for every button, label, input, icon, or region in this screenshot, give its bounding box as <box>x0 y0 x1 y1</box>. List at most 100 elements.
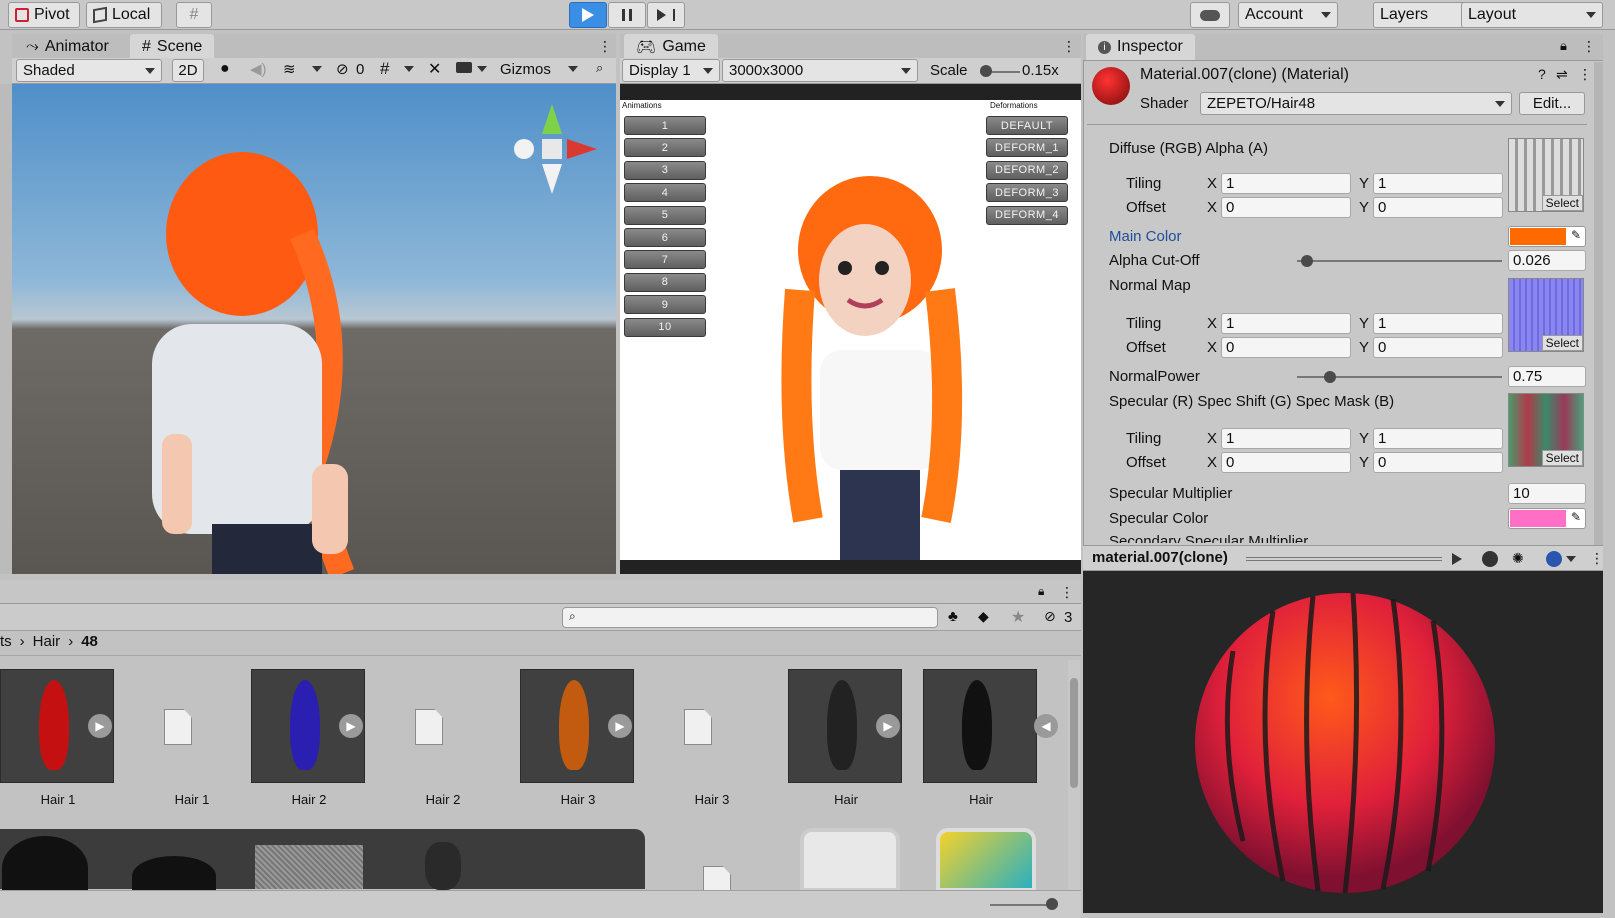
grid-snap-button[interactable]: # <box>176 2 212 28</box>
specular-texture-slot[interactable]: Select <box>1508 393 1584 467</box>
deform-button[interactable]: DEFORM_3 <box>986 183 1068 203</box>
expand-arrow-icon[interactable]: ▶ <box>88 714 112 738</box>
material-preview[interactable] <box>1083 571 1603 913</box>
favorite-star-icon[interactable]: ★ <box>1011 607 1025 627</box>
filter-by-type-icon[interactable]: ♣ <box>948 608 958 625</box>
inspector-menu-icon[interactable]: ⋮ <box>1582 38 1596 55</box>
grid-dropdown-icon[interactable] <box>404 66 414 77</box>
eyedropper-icon[interactable]: ✎ <box>1571 510 1581 524</box>
alpha-cutoff-slider-knob[interactable] <box>1301 255 1313 267</box>
scene-menu-icon[interactable]: ⋮ <box>598 38 612 55</box>
script-icon[interactable] <box>800 828 900 892</box>
preview-drag-bar[interactable] <box>1246 557 1442 561</box>
breadcrumb-item[interactable]: ts <box>0 633 12 650</box>
eyedropper-icon[interactable]: ✎ <box>1571 228 1581 242</box>
pivot-toggle[interactable]: Pivot <box>8 2 80 28</box>
animation-button[interactable]: 7 <box>624 250 706 270</box>
specular-multiplier-field[interactable]: 10 <box>1508 483 1586 504</box>
scale-slider-knob[interactable] <box>980 65 992 77</box>
specular-tiling-x-field[interactable]: 1 <box>1221 428 1351 449</box>
preview-shape-icon[interactable] <box>1546 551 1562 567</box>
2d-toggle[interactable]: 2D <box>172 59 204 82</box>
normal-offset-y-field[interactable]: 0 <box>1373 337 1503 358</box>
normal-power-slider-knob[interactable] <box>1324 371 1336 383</box>
diffuse-tiling-x-field[interactable]: 1 <box>1221 173 1351 194</box>
specular-select-button[interactable]: Select <box>1541 450 1583 466</box>
preview-shape-dropdown-icon[interactable] <box>1566 556 1576 567</box>
diffuse-offset-y-field[interactable]: 0 <box>1373 197 1503 218</box>
normal-select-button[interactable]: Select <box>1541 335 1583 351</box>
display-dropdown[interactable]: Display 1 <box>622 59 720 82</box>
specular-offset-x-field[interactable]: 0 <box>1221 452 1351 473</box>
cloud-button[interactable] <box>1190 2 1230 28</box>
tab-scene[interactable]: # Scene <box>130 34 215 60</box>
animation-button[interactable]: 9 <box>624 295 706 315</box>
camera-icon[interactable] <box>456 62 472 73</box>
inspector-scrollbar[interactable] <box>1594 62 1603 545</box>
camera-dropdown-icon[interactable] <box>477 66 487 77</box>
preview-sphere-icon[interactable] <box>1482 551 1498 567</box>
project-search-input[interactable]: ⌕ <box>562 607 938 628</box>
file-icon[interactable] <box>164 709 192 745</box>
filter-by-label-icon[interactable]: ◆ <box>978 608 989 625</box>
resolution-dropdown[interactable]: 3000x3000 <box>722 59 918 82</box>
deform-button[interactable]: DEFORM_4 <box>986 205 1068 225</box>
animation-button[interactable]: 4 <box>624 183 706 203</box>
deform-button[interactable]: DEFORM_2 <box>986 160 1068 180</box>
file-icon[interactable] <box>684 709 712 745</box>
main-color-swatch[interactable]: ✎ <box>1508 226 1586 247</box>
preset-icon[interactable]: ⇌ <box>1556 66 1568 83</box>
help-icon[interactable]: ? <box>1538 66 1546 82</box>
shader-edit-button[interactable]: Edit... <box>1519 92 1585 115</box>
animation-button[interactable]: 10 <box>624 317 706 337</box>
preview-light-icon[interactable]: ✺ <box>1512 550 1524 567</box>
scrollbar-thumb[interactable] <box>1070 678 1078 788</box>
asset-thumbnail[interactable] <box>923 669 1037 783</box>
animation-button[interactable]: 2 <box>624 138 706 158</box>
scene-search-icon[interactable]: ⌕ <box>596 60 603 76</box>
hidden-objects-icon[interactable]: ⊘ <box>336 60 349 78</box>
alpha-cutoff-field[interactable]: 0.026 <box>1508 250 1586 271</box>
preview-menu-icon[interactable]: ⋮ <box>1590 550 1604 567</box>
specular-offset-y-field[interactable]: 0 <box>1373 452 1503 473</box>
asset-thumbnail[interactable] <box>425 842 461 890</box>
material-menu-icon[interactable]: ⋮ <box>1578 66 1592 83</box>
gizmos-button[interactable]: Gizmos <box>500 61 551 78</box>
project-menu-icon[interactable]: ⋮ <box>1060 584 1074 601</box>
breadcrumb-item[interactable]: Hair <box>33 633 61 650</box>
lighting-icon[interactable]: ● <box>220 60 230 78</box>
hidden-packages-icon[interactable]: ⊘ <box>1044 608 1056 625</box>
diffuse-offset-x-field[interactable]: 0 <box>1221 197 1351 218</box>
animation-button[interactable]: 5 <box>624 205 706 225</box>
normal-map-texture-slot[interactable]: Select <box>1508 278 1584 352</box>
step-button[interactable] <box>647 2 685 28</box>
scene-scrollbar[interactable] <box>0 84 12 574</box>
grid-icon[interactable]: # <box>380 59 389 79</box>
play-button[interactable] <box>569 2 607 28</box>
tab-animator[interactable]: ⤳ Animator <box>14 34 121 60</box>
normal-power-field[interactable]: 0.75 <box>1508 366 1586 387</box>
expand-arrow-icon[interactable]: ▶ <box>876 714 900 738</box>
effects-dropdown-icon[interactable] <box>312 66 322 77</box>
file-icon[interactable] <box>415 709 443 745</box>
normal-offset-x-field[interactable]: 0 <box>1221 337 1351 358</box>
thumbnail-size-slider-knob[interactable] <box>1046 898 1058 910</box>
game-viewport[interactable]: Animations Deformations 1 2 3 4 5 6 7 8 9 10 DEFA… <box>620 84 1081 574</box>
diffuse-tiling-y-field[interactable]: 1 <box>1373 173 1503 194</box>
gizmos-dropdown-icon[interactable] <box>568 66 578 77</box>
shading-mode-dropdown[interactable]: Shaded <box>16 59 162 82</box>
tools-icon[interactable]: ✕ <box>428 59 441 79</box>
normal-tiling-x-field[interactable]: 1 <box>1221 313 1351 334</box>
project-scrollbar[interactable] <box>1068 660 1080 890</box>
expand-arrow-icon[interactable]: ▶ <box>339 714 363 738</box>
animation-button[interactable]: 6 <box>624 228 706 247</box>
tab-inspector[interactable]: i Inspector <box>1086 34 1195 60</box>
deform-button[interactable]: DEFORM_1 <box>986 138 1068 158</box>
diffuse-texture-slot[interactable]: Select <box>1508 138 1584 212</box>
game-menu-icon[interactable]: ⋮ <box>1062 38 1076 55</box>
account-dropdown[interactable]: Account <box>1238 2 1338 28</box>
shader-asset-icon[interactable] <box>936 828 1036 892</box>
tab-game[interactable]: 🎮︎ Game <box>624 34 718 60</box>
normal-tiling-y-field[interactable]: 1 <box>1373 313 1503 334</box>
expand-arrow-icon[interactable]: ▶ <box>608 714 632 738</box>
